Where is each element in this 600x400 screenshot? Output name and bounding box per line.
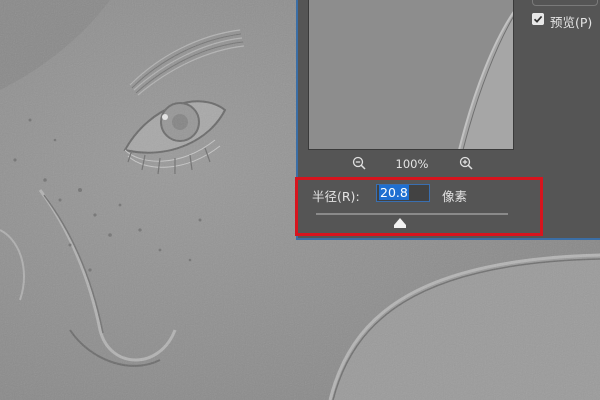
dialog-button[interactable] (532, 0, 598, 6)
preview-image (309, 0, 513, 149)
zoom-out-icon[interactable] (352, 156, 366, 170)
radius-slider[interactable] (316, 213, 508, 215)
high-pass-dialog: 100% 半径(R): 20.8 像素 预览(P) (296, 0, 600, 240)
zoom-level: 100% (395, 157, 429, 171)
filter-preview[interactable] (308, 0, 514, 150)
radius-slider-thumb[interactable] (394, 218, 407, 228)
radius-input[interactable]: 20.8 (376, 184, 430, 202)
radius-label: 半径(R): (312, 189, 360, 204)
radius-row: 半径(R): 20.8 像素 (298, 182, 600, 206)
preview-checkbox-label: 预览(P) (550, 15, 593, 30)
radius-value: 20.8 (379, 185, 409, 200)
radius-unit: 像素 (442, 189, 468, 204)
zoom-controls: 100% (298, 152, 528, 174)
zoom-in-icon[interactable] (459, 156, 473, 170)
preview-checkbox[interactable] (532, 13, 544, 25)
